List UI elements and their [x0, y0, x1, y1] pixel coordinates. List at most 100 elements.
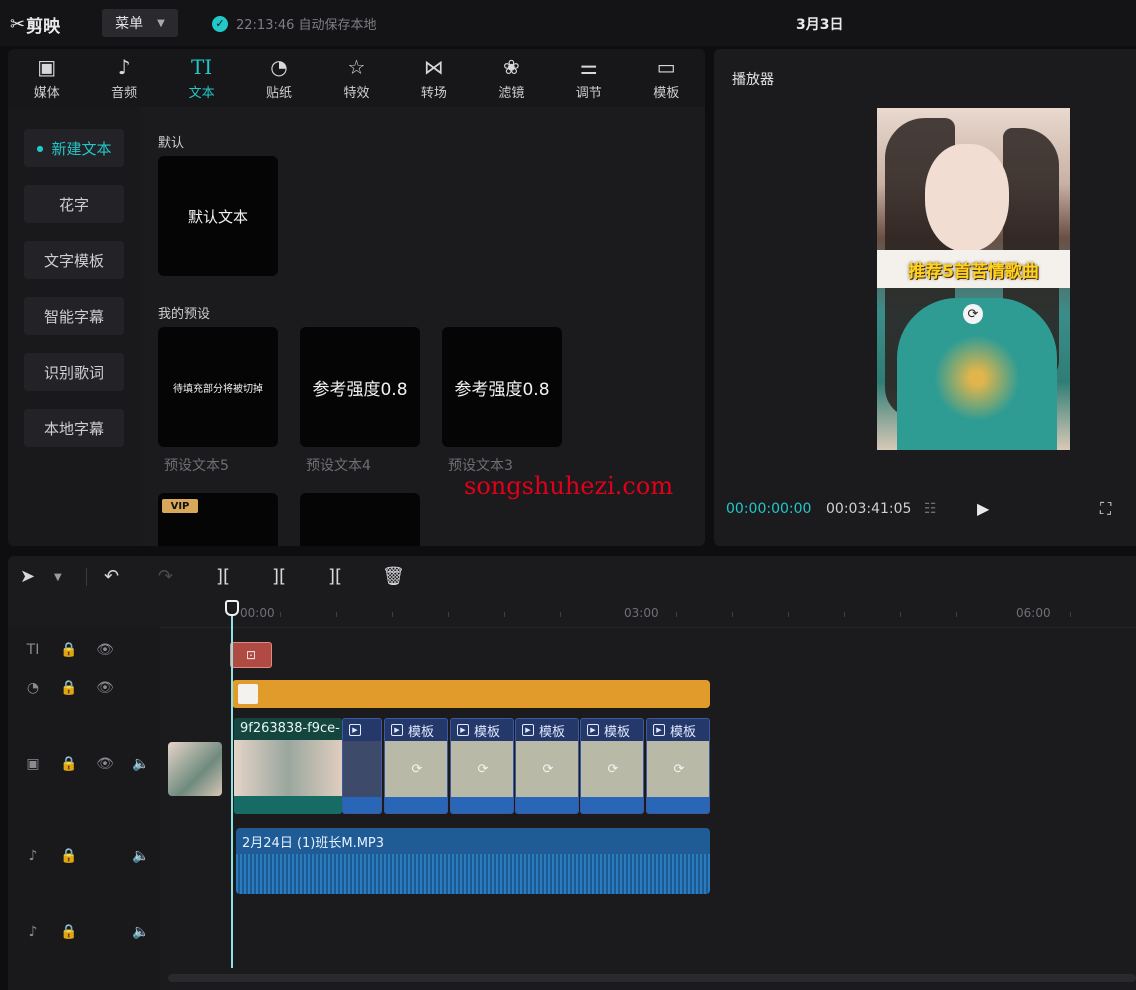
eye-icon[interactable]: 👁 — [94, 642, 116, 658]
text-clip[interactable]: ⊡ — [230, 642, 272, 668]
fullscreen-icon[interactable]: ⛶ — [1100, 499, 1111, 519]
timeline-scrollbar[interactable] — [168, 974, 1136, 982]
template-clip-thumbnail — [343, 741, 381, 797]
template-clip-thumbnail: ⟳ — [451, 741, 513, 797]
preset-card-vip[interactable]: VIP — [158, 493, 278, 546]
tab-media[interactable]: ▣ 媒体 — [8, 49, 85, 107]
lock-icon[interactable]: 🔒 — [58, 642, 80, 658]
video-clip-name: 9f263838-f9ce- — [234, 718, 342, 740]
text-track-icon: TI — [26, 642, 40, 658]
resource-tabs: ▣ 媒体 ♪ 音频 TI 文本 ◔ 贴纸 ☆ 特效 ⋈ 转场 ❀ 滤镜 ⚌ 调节 — [8, 49, 705, 107]
trim-right-icon[interactable]: ][ — [328, 566, 342, 587]
delete-icon[interactable]: 🗑 — [382, 566, 405, 587]
refresh-icon: ⟳ — [477, 761, 489, 777]
cover-thumbnail[interactable] — [168, 742, 222, 796]
category-new-text[interactable]: ● 新建文本 — [24, 129, 124, 167]
timeline-panel: ➤ ▼ ↶ ↷ ][ ][ ][ 🗑 00:00 03:00 06:00 TI … — [8, 556, 1136, 990]
audio-waveform — [236, 854, 710, 894]
redo-icon[interactable]: ↷ — [158, 566, 173, 587]
lock-icon[interactable]: 🔒 — [58, 680, 80, 696]
text-icon: TI — [190, 54, 213, 79]
autosave-text: 22:13:46 自动保存本地 — [236, 18, 377, 33]
speaker-icon[interactable]: 🔈 — [130, 924, 152, 940]
refresh-icon: ⟳ — [542, 761, 554, 777]
template-clip[interactable]: ▶ 模板 ⟳ — [515, 718, 579, 814]
chevron-down-icon[interactable]: ▼ — [54, 572, 62, 583]
audio-clip[interactable]: 2月24日 (1)班长M.MP3 — [236, 828, 710, 894]
video-preview[interactable]: 推荐5首苦情歌曲 ⟳ — [877, 108, 1070, 450]
template-clip-footer — [647, 797, 709, 813]
select-cursor-icon[interactable]: ➤ — [20, 566, 35, 587]
video-clip[interactable]: 9f263838-f9ce- — [234, 718, 342, 814]
category-label: 新建文本 — [51, 139, 112, 158]
lock-icon[interactable]: 🔒 — [58, 924, 80, 940]
section-default-label: 默认 — [158, 136, 185, 151]
project-title[interactable]: 3月3日 — [796, 14, 843, 34]
autosave-status: ✓ 22:13:46 自动保存本地 — [212, 14, 377, 33]
speaker-icon[interactable]: 🔈 — [130, 848, 152, 864]
tab-template[interactable]: ▭ 模板 — [628, 49, 705, 107]
speaker-icon[interactable]: 🔈 — [130, 756, 152, 772]
category-fancy-text[interactable]: 花字 — [24, 185, 124, 223]
preset-card[interactable]: 待填充部分将被切掉 — [158, 327, 278, 447]
tab-effects[interactable]: ☆ 特效 — [318, 49, 395, 107]
category-text-template[interactable]: 文字模板 — [24, 241, 124, 279]
timecode-grid-icon[interactable]: ☷ — [924, 501, 937, 517]
category-local-captions[interactable]: 本地字幕 — [24, 409, 124, 447]
tab-sticker[interactable]: ◔ 贴纸 — [240, 49, 317, 107]
undo-icon[interactable]: ↶ — [104, 566, 119, 587]
category-label: 花字 — [58, 195, 89, 214]
preset-card[interactable]: 参考强度0.8 — [300, 327, 420, 447]
filter-icon: ❀ — [502, 54, 520, 79]
template-icon: ▶ — [653, 724, 665, 736]
template-clip[interactable]: ▶ — [342, 718, 382, 814]
tab-filter[interactable]: ❀ 滤镜 — [473, 49, 550, 107]
preview-caption[interactable]: 推荐5首苦情歌曲 — [877, 250, 1070, 288]
audio-clip-name: 2月24日 (1)班长M.MP3 — [242, 836, 385, 851]
ruler-tick — [844, 612, 845, 617]
tab-label: 滤镜 — [498, 85, 525, 101]
preset-caption: 预设文本4 — [306, 458, 371, 474]
tab-text[interactable]: TI 文本 — [163, 49, 240, 107]
template-clip[interactable]: ▶ 模板 ⟳ — [580, 718, 644, 814]
template-clip-header: ▶ 模板 — [647, 719, 709, 741]
split-icon[interactable]: ][ — [216, 566, 230, 587]
menu-label: 菜单 — [115, 16, 144, 32]
ruler-tick — [900, 612, 901, 617]
category-lyrics-recognition[interactable]: 识别歌词 — [24, 353, 124, 391]
template-icon: ▭ — [656, 54, 676, 79]
trim-left-icon[interactable]: ][ — [272, 566, 286, 587]
video-clip-thumbnail — [234, 740, 342, 796]
capcut-logo-icon: ✂ — [10, 14, 25, 35]
sticker-clip[interactable] — [232, 680, 710, 708]
card-text: 参考强度0.8 — [454, 379, 550, 400]
playhead-handle[interactable] — [225, 600, 239, 616]
ruler-label: 00:00 — [240, 606, 275, 620]
template-clip[interactable]: ▶ 模板 ⟳ — [646, 718, 710, 814]
lock-icon[interactable]: 🔒 — [58, 848, 80, 864]
eye-icon[interactable]: 👁 — [94, 680, 116, 696]
text-category-list: ● 新建文本 花字 文字模板 智能字幕 识别歌词 本地字幕 — [8, 107, 140, 546]
category-label: 智能字幕 — [43, 307, 104, 326]
template-clip-label: 模板 — [474, 724, 501, 740]
timeline-ruler[interactable]: 00:00 03:00 06:00 — [160, 598, 1136, 628]
default-text-card[interactable]: 默认文本 — [158, 156, 278, 276]
eye-icon[interactable]: 👁 — [94, 756, 116, 772]
toolbar-divider — [86, 568, 87, 586]
template-clip-footer — [385, 797, 447, 813]
card-text: 默认文本 — [187, 207, 248, 226]
category-auto-captions[interactable]: 智能字幕 — [24, 297, 124, 335]
preset-card[interactable] — [300, 493, 420, 546]
template-clip[interactable]: ▶ 模板 ⟳ — [384, 718, 448, 814]
menu-button[interactable]: 菜单 ▼ — [102, 9, 178, 37]
tab-audio[interactable]: ♪ 音频 — [85, 49, 162, 107]
playhead[interactable] — [231, 603, 233, 968]
play-button[interactable]: ▶ — [977, 499, 989, 518]
preset-card[interactable]: 参考强度0.8 — [442, 327, 562, 447]
lock-icon[interactable]: 🔒 — [58, 756, 80, 772]
template-clip[interactable]: ▶ 模板 ⟳ — [450, 718, 514, 814]
rotate-handle-icon[interactable]: ⟳ — [963, 304, 983, 324]
template-clip-thumbnail: ⟳ — [647, 741, 709, 797]
tab-transition[interactable]: ⋈ 转场 — [395, 49, 472, 107]
tab-adjust[interactable]: ⚌ 调节 — [550, 49, 627, 107]
